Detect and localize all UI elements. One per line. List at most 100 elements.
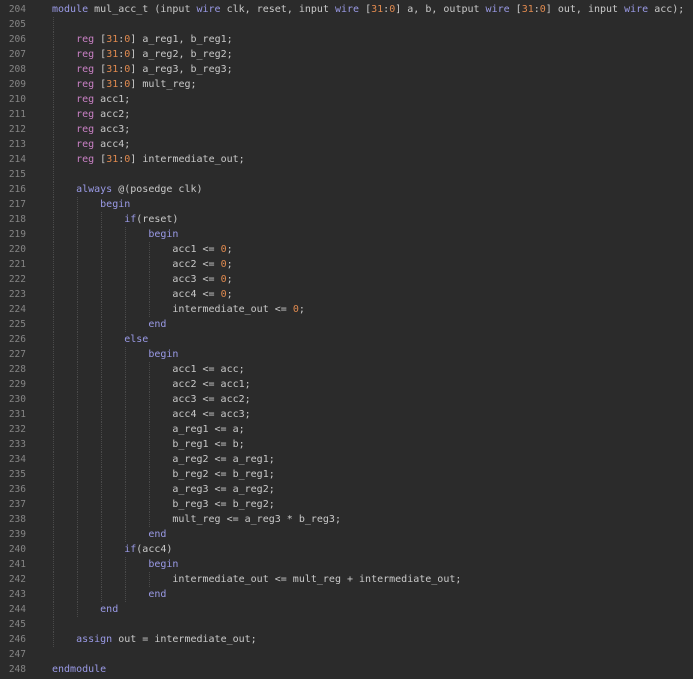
code-line[interactable]: 228 acc1 <= acc; — [0, 362, 693, 377]
indent-guide — [53, 47, 54, 62]
code-line[interactable]: 233 b_reg1 <= b; — [0, 437, 693, 452]
code-line[interactable]: 206 reg [31:0] a_reg1, b_reg1; — [0, 32, 693, 47]
indent-guide — [53, 92, 54, 107]
code-line[interactable]: 218 if(reset) — [0, 212, 693, 227]
keyword-token: always — [76, 184, 113, 195]
code-line[interactable]: 213 reg acc4; — [0, 137, 693, 152]
code-text: acc2 <= 0; — [172, 257, 232, 272]
code-line[interactable]: 217 begin — [0, 197, 693, 212]
code-line[interactable]: 242 intermediate_out <= mult_reg + interm… — [0, 572, 693, 587]
indent-guide — [77, 197, 79, 212]
code-line[interactable]: 232 a_reg1 <= a; — [0, 422, 693, 437]
line-number: 233 — [8, 439, 26, 450]
code-line[interactable]: 222 acc3 <= 0; — [0, 272, 693, 287]
code-line[interactable]: 223 acc4 <= 0; — [0, 287, 693, 302]
indent-guide — [77, 482, 79, 497]
code-text: a_reg2 <= a_reg1; — [172, 452, 274, 467]
indent-guide — [53, 497, 54, 512]
indent-guide — [149, 407, 151, 422]
line-number: 239 — [8, 529, 26, 540]
code-line[interactable]: 226 else — [0, 332, 693, 347]
text-token: intermediate_out <= — [172, 304, 293, 315]
text-token: (reset) — [136, 214, 179, 225]
text-token: (acc4) — [136, 544, 173, 555]
code-line[interactable]: 225 end — [0, 317, 693, 332]
indent-guide — [101, 542, 103, 557]
indent-guide — [53, 392, 54, 407]
code-line[interactable]: 221 acc2 <= 0; — [0, 257, 693, 272]
code-line[interactable]: 205 — [0, 17, 693, 32]
code-line[interactable]: 231 acc4 <= acc3; — [0, 407, 693, 422]
indent-guide — [77, 257, 79, 272]
code-line[interactable]: 240 if(acc4) — [0, 542, 693, 557]
code-line[interactable]: 212 reg acc3; — [0, 122, 693, 137]
indent-guide — [125, 227, 127, 242]
code-line[interactable]: 229 acc2 <= acc1; — [0, 377, 693, 392]
code-line[interactable]: 235 b_reg2 <= b_reg1; — [0, 467, 693, 482]
code-line[interactable]: 247 — [0, 647, 693, 662]
code-line[interactable]: 227 begin — [0, 347, 693, 362]
code-line[interactable]: 237 b_reg3 <= b_reg2; — [0, 497, 693, 512]
code-line[interactable]: 236 a_reg3 <= a_reg2; — [0, 482, 693, 497]
text-token: mul_acc_t (input — [88, 4, 197, 15]
indent-guide — [125, 527, 127, 542]
code-line[interactable]: 244 end — [0, 602, 693, 617]
code-text: end — [100, 602, 118, 617]
indent-guide — [77, 302, 79, 317]
indent-guide — [77, 452, 79, 467]
text-token: acc3; — [94, 124, 131, 135]
code-line[interactable]: 243 end — [0, 587, 693, 602]
indent-guide — [101, 362, 103, 377]
code-line[interactable]: 204 module mul_acc_t (input wire clk, res… — [0, 2, 693, 17]
code-line[interactable]: 234 a_reg2 <= a_reg1; — [0, 452, 693, 467]
keyword-token: wire — [624, 4, 649, 15]
indent-guide — [53, 542, 54, 557]
code-line[interactable]: 241 begin — [0, 557, 693, 572]
line-number: 224 — [8, 304, 26, 315]
text-token: ] a_reg1, b_reg1; — [130, 34, 233, 45]
code-text: mult_reg <= a_reg3 * b_reg3; — [172, 512, 341, 527]
line-number: 220 — [8, 244, 26, 255]
code-text: module mul_acc_t (input wire clk, reset,… — [52, 2, 684, 17]
code-line[interactable]: 246 assign out = intermediate_out; — [0, 632, 693, 647]
code-line[interactable]: 210 reg acc1; — [0, 92, 693, 107]
code-line[interactable]: 211 reg acc2; — [0, 107, 693, 122]
text-token: acc2 <= acc1; — [172, 379, 251, 390]
code-text: b_reg1 <= b; — [172, 437, 244, 452]
code-line[interactable]: 215 — [0, 167, 693, 182]
indent-guide — [125, 422, 127, 437]
indent-guide — [53, 17, 54, 32]
code-line[interactable]: 239 end — [0, 527, 693, 542]
indent-guide — [53, 77, 54, 92]
line-number: 228 — [8, 364, 26, 375]
code-line[interactable]: 220 acc1 <= 0; — [0, 242, 693, 257]
indent-guide — [53, 197, 54, 212]
code-text: b_reg2 <= b_reg1; — [172, 467, 274, 482]
code-line[interactable]: 224 intermediate_out <= 0; — [0, 302, 693, 317]
type-token: reg — [76, 139, 95, 150]
indent-guide — [101, 317, 103, 332]
code-line[interactable]: 238 mult_reg <= a_reg3 * b_reg3; — [0, 512, 693, 527]
indent-guide — [149, 362, 151, 377]
text-token: clk, reset, input — [220, 4, 335, 15]
code-line[interactable]: 208 reg [31:0] a_reg3, b_reg3; — [0, 62, 693, 77]
indent-guide — [53, 227, 54, 242]
indent-guide — [101, 482, 103, 497]
code-line[interactable]: 245 — [0, 617, 693, 632]
indent-guide — [53, 467, 54, 482]
indent-guide — [101, 452, 103, 467]
code-editor[interactable]: 204 module mul_acc_t (input wire clk, res… — [0, 2, 693, 677]
line-number: 248 — [8, 664, 26, 675]
code-line[interactable]: 219 begin — [0, 227, 693, 242]
indent-guide — [53, 212, 54, 227]
code-line[interactable]: 207 reg [31:0] a_reg2, b_reg2; — [0, 47, 693, 62]
code-line[interactable]: 216 always @(posedge clk) — [0, 182, 693, 197]
indent-guide — [53, 287, 54, 302]
code-line[interactable]: 209 reg [31:0] mult_reg; — [0, 77, 693, 92]
code-text: intermediate_out <= 0; — [172, 302, 304, 317]
code-line[interactable]: 230 acc3 <= acc2; — [0, 392, 693, 407]
text-token: acc3 <= — [172, 274, 221, 285]
code-line[interactable]: 248 endmodule — [0, 662, 693, 677]
line-number: 213 — [8, 139, 26, 150]
code-line[interactable]: 214 reg [31:0] intermediate_out; — [0, 152, 693, 167]
